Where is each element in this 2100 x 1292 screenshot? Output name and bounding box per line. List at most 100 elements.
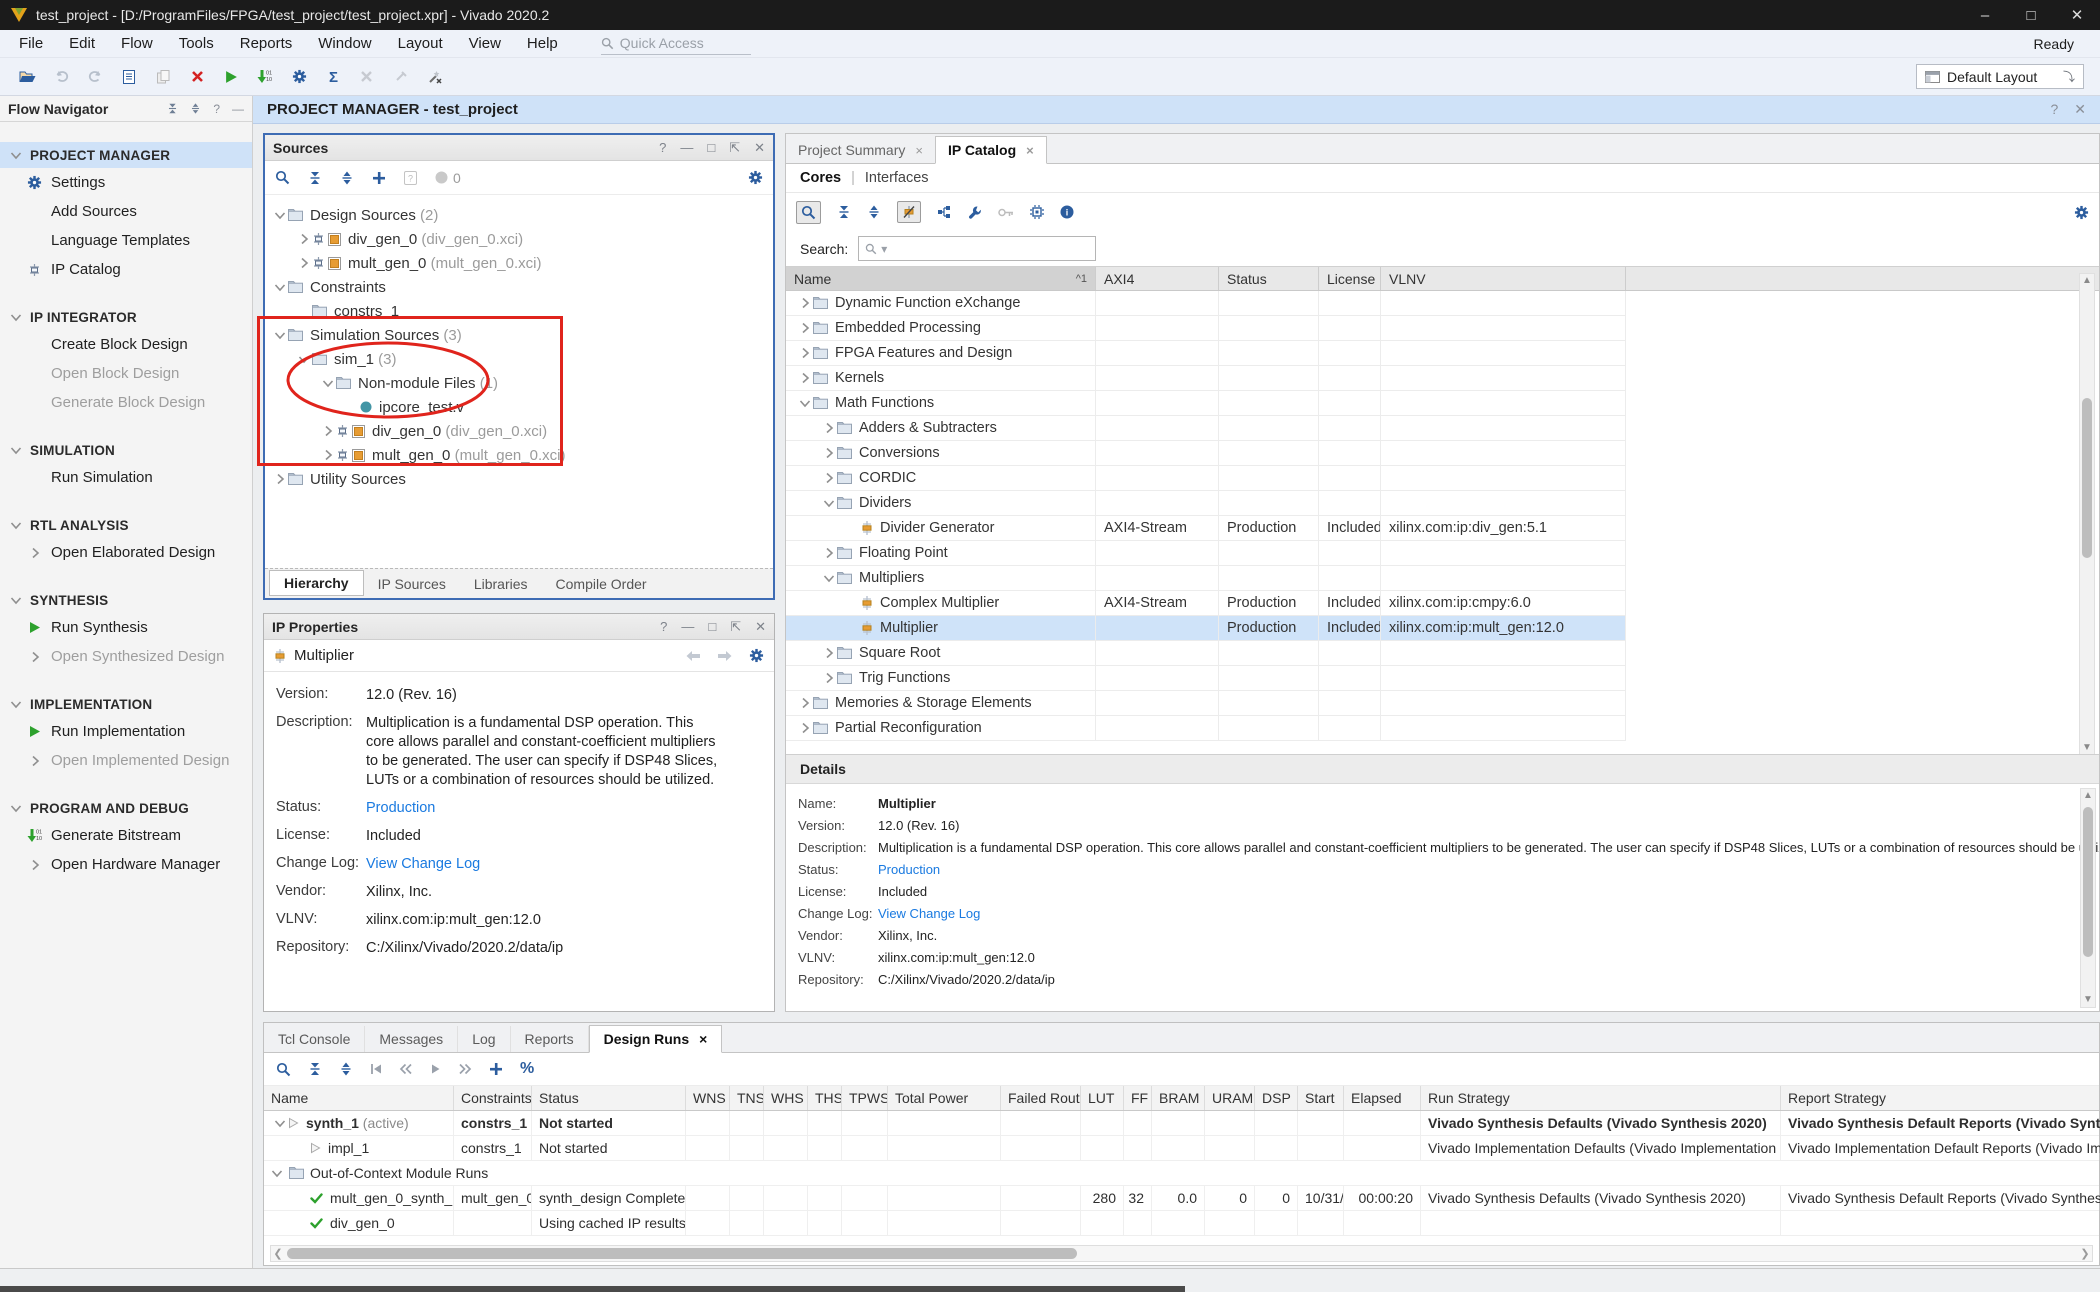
column-header-ths[interactable]: THS xyxy=(808,1086,842,1110)
flow-item-generate-bitstream[interactable]: 0110Generate Bitstream xyxy=(0,821,252,850)
run-row-out-of-context-module-runs[interactable]: Out-of-Context Module Runs xyxy=(264,1161,2099,1186)
tab-reports[interactable]: Reports xyxy=(511,1026,589,1052)
run-row-div-gen-0[interactable]: div_gen_0Using cached IP results xyxy=(264,1211,2099,1236)
catalog-row-embedded-processing[interactable]: Embedded Processing xyxy=(786,316,1626,341)
expand-toggle[interactable] xyxy=(820,547,837,559)
column-header-total-power[interactable]: Total Power xyxy=(888,1086,1001,1110)
expand-toggle[interactable] xyxy=(295,257,312,269)
customize-wrench-icon[interactable] xyxy=(968,205,982,219)
toolbar-open-folder-button[interactable] xyxy=(10,70,44,83)
scroll-down-icon[interactable]: ▼ xyxy=(2080,741,2094,755)
flow-item-language-templates[interactable]: Language Templates xyxy=(0,226,252,255)
details-vertical-scrollbar[interactable]: ▲ ▼ xyxy=(2080,788,2096,1008)
catalog-row-adders-subtracters[interactable]: Adders & Subtracters xyxy=(786,416,1626,441)
sources-panel-header[interactable]: Sources ? — □ ⇱ ✕ xyxy=(265,135,773,161)
menu-reports[interactable]: Reports xyxy=(227,35,306,52)
expand-toggle[interactable] xyxy=(796,397,813,409)
expand-toggle[interactable] xyxy=(295,233,312,245)
layout-selector[interactable]: Default Layout ⤵ xyxy=(1916,64,2084,89)
expand-toggle[interactable] xyxy=(271,209,288,221)
expand-toggle[interactable] xyxy=(319,425,336,437)
column-header-status[interactable]: Status xyxy=(532,1086,686,1110)
column-header-failed-routes[interactable]: Failed Routes xyxy=(1001,1086,1081,1110)
close-tab-icon[interactable]: × xyxy=(1026,143,1034,158)
settings-gear-icon[interactable] xyxy=(749,648,764,663)
percent-icon[interactable]: % xyxy=(520,1060,534,1078)
column-header-dsp[interactable]: DSP xyxy=(1255,1086,1298,1110)
column-header-report-strategy[interactable]: Report Strategy xyxy=(1781,1086,2100,1110)
expand-all-icon[interactable] xyxy=(867,205,881,219)
toolbar-run-button[interactable] xyxy=(214,70,248,84)
float-panel-icon[interactable]: ⇱ xyxy=(729,140,740,156)
tab-project-summary[interactable]: Project Summary× xyxy=(786,137,935,163)
tab-messages[interactable]: Messages xyxy=(365,1026,458,1052)
catalog-row-trig-functions[interactable]: Trig Functions xyxy=(786,666,1626,691)
expand-toggle[interactable] xyxy=(796,322,813,334)
tab-cores[interactable]: Cores xyxy=(800,170,841,186)
close-tab-icon[interactable]: × xyxy=(699,1031,707,1047)
column-header-name[interactable]: Name xyxy=(264,1086,454,1110)
maximize-button[interactable]: □ xyxy=(2008,7,2054,24)
expand-all-icon[interactable] xyxy=(339,1062,353,1076)
flow-item-run-simulation[interactable]: Run Simulation xyxy=(0,463,252,492)
catalog-row-partial-reconfiguration[interactable]: Partial Reconfiguration xyxy=(786,716,1626,741)
tab-tcl-console[interactable]: Tcl Console xyxy=(264,1026,365,1052)
flow-section-header-project-manager[interactable]: PROJECT MANAGER xyxy=(0,142,252,168)
catalog-row-dividers[interactable]: Dividers xyxy=(786,491,1626,516)
tab-design-runs[interactable]: Design Runs× xyxy=(589,1025,723,1053)
flow-section-header-program-and-debug[interactable]: PROGRAM AND DEBUG xyxy=(0,795,252,821)
tree-item-mult-gen-0[interactable]: mult_gen_0 (mult_gen_0.xci) xyxy=(265,251,773,275)
maximize-panel-icon[interactable]: □ xyxy=(708,619,716,634)
flow-item-add-sources[interactable]: Add Sources xyxy=(0,197,252,226)
expand-toggle[interactable] xyxy=(820,497,837,509)
expand-toggle[interactable] xyxy=(796,722,813,734)
tree-item-non-module-files[interactable]: Non-module Files (1) xyxy=(265,371,773,395)
property-value[interactable]: View Change Log xyxy=(366,855,718,874)
flow-item-run-implementation[interactable]: Run Implementation xyxy=(0,717,252,746)
add-sources-icon[interactable] xyxy=(372,171,386,185)
collapse-all-icon[interactable] xyxy=(167,103,178,114)
runs-horizontal-scrollbar[interactable]: ❮ ❯ xyxy=(270,1245,2093,1262)
close-icon[interactable]: ✕ xyxy=(2074,101,2086,118)
expand-toggle[interactable] xyxy=(820,572,837,584)
column-header-constraints[interactable]: Constraints xyxy=(454,1086,532,1110)
column-header-license[interactable]: License xyxy=(1319,267,1381,290)
column-header-run-strategy[interactable]: Run Strategy xyxy=(1421,1086,1781,1110)
scrollbar-thumb[interactable] xyxy=(287,1248,1077,1259)
tab-hierarchy[interactable]: Hierarchy xyxy=(269,570,364,596)
create-run-icon[interactable] xyxy=(489,1062,503,1076)
toolbar-sigma-button[interactable]: Σ xyxy=(316,70,350,84)
expand-toggle[interactable] xyxy=(271,473,288,485)
tab-log[interactable]: Log xyxy=(458,1026,510,1052)
run-row-mult-gen-0-synth-1[interactable]: mult_gen_0_synth_1mult_gen_0synth_design… xyxy=(264,1186,2099,1211)
toolbar-document-button[interactable] xyxy=(112,70,146,84)
column-header-name[interactable]: Name^1 xyxy=(786,267,1096,290)
catalog-search-input[interactable]: ▾ xyxy=(858,236,1096,261)
menu-file[interactable]: File xyxy=(6,35,56,52)
flow-item-run-synthesis[interactable]: Run Synthesis xyxy=(0,613,252,642)
menu-view[interactable]: View xyxy=(456,35,514,52)
search-icon[interactable] xyxy=(275,170,290,185)
catalog-row-dynamic-function-exchange[interactable]: Dynamic Function eXchange xyxy=(786,291,1626,316)
runs-column-header[interactable]: NameConstraintsStatusWNSTNSWHSTHSTPWSTot… xyxy=(264,1086,2099,1111)
expand-all-icon[interactable] xyxy=(190,103,201,114)
ip-settings-chip-icon[interactable] xyxy=(1030,205,1044,219)
expand-toggle[interactable] xyxy=(319,449,336,461)
scroll-right-icon[interactable]: ❯ xyxy=(2078,1247,2092,1260)
flow-item-ip-catalog[interactable]: IP Catalog xyxy=(0,255,252,284)
minimize-panel-icon[interactable]: — xyxy=(680,140,693,155)
flow-item-open-elaborated-design[interactable]: Open Elaborated Design xyxy=(0,538,252,567)
column-header-lut[interactable]: LUT xyxy=(1081,1086,1124,1110)
toolbar-undo-button[interactable] xyxy=(44,70,78,83)
catalog-row-multiplier[interactable]: MultiplierProductionIncludedxilinx.com:i… xyxy=(786,616,1626,641)
menu-flow[interactable]: Flow xyxy=(108,35,166,52)
tab-ip-catalog[interactable]: IP Catalog× xyxy=(935,136,1047,164)
property-value[interactable]: Production xyxy=(366,799,718,818)
tree-item-div-gen-0[interactable]: div_gen_0 (div_gen_0.xci) xyxy=(265,227,773,251)
flow-section-header-implementation[interactable]: IMPLEMENTATION xyxy=(0,691,252,717)
column-header-uram[interactable]: URAM xyxy=(1205,1086,1255,1110)
tree-item-mult-gen-0[interactable]: mult_gen_0 (mult_gen_0.xci) xyxy=(265,443,773,467)
column-header-status[interactable]: Status xyxy=(1219,267,1319,290)
column-header-start[interactable]: Start xyxy=(1298,1086,1344,1110)
toolbar-reset-button[interactable] xyxy=(180,70,214,83)
